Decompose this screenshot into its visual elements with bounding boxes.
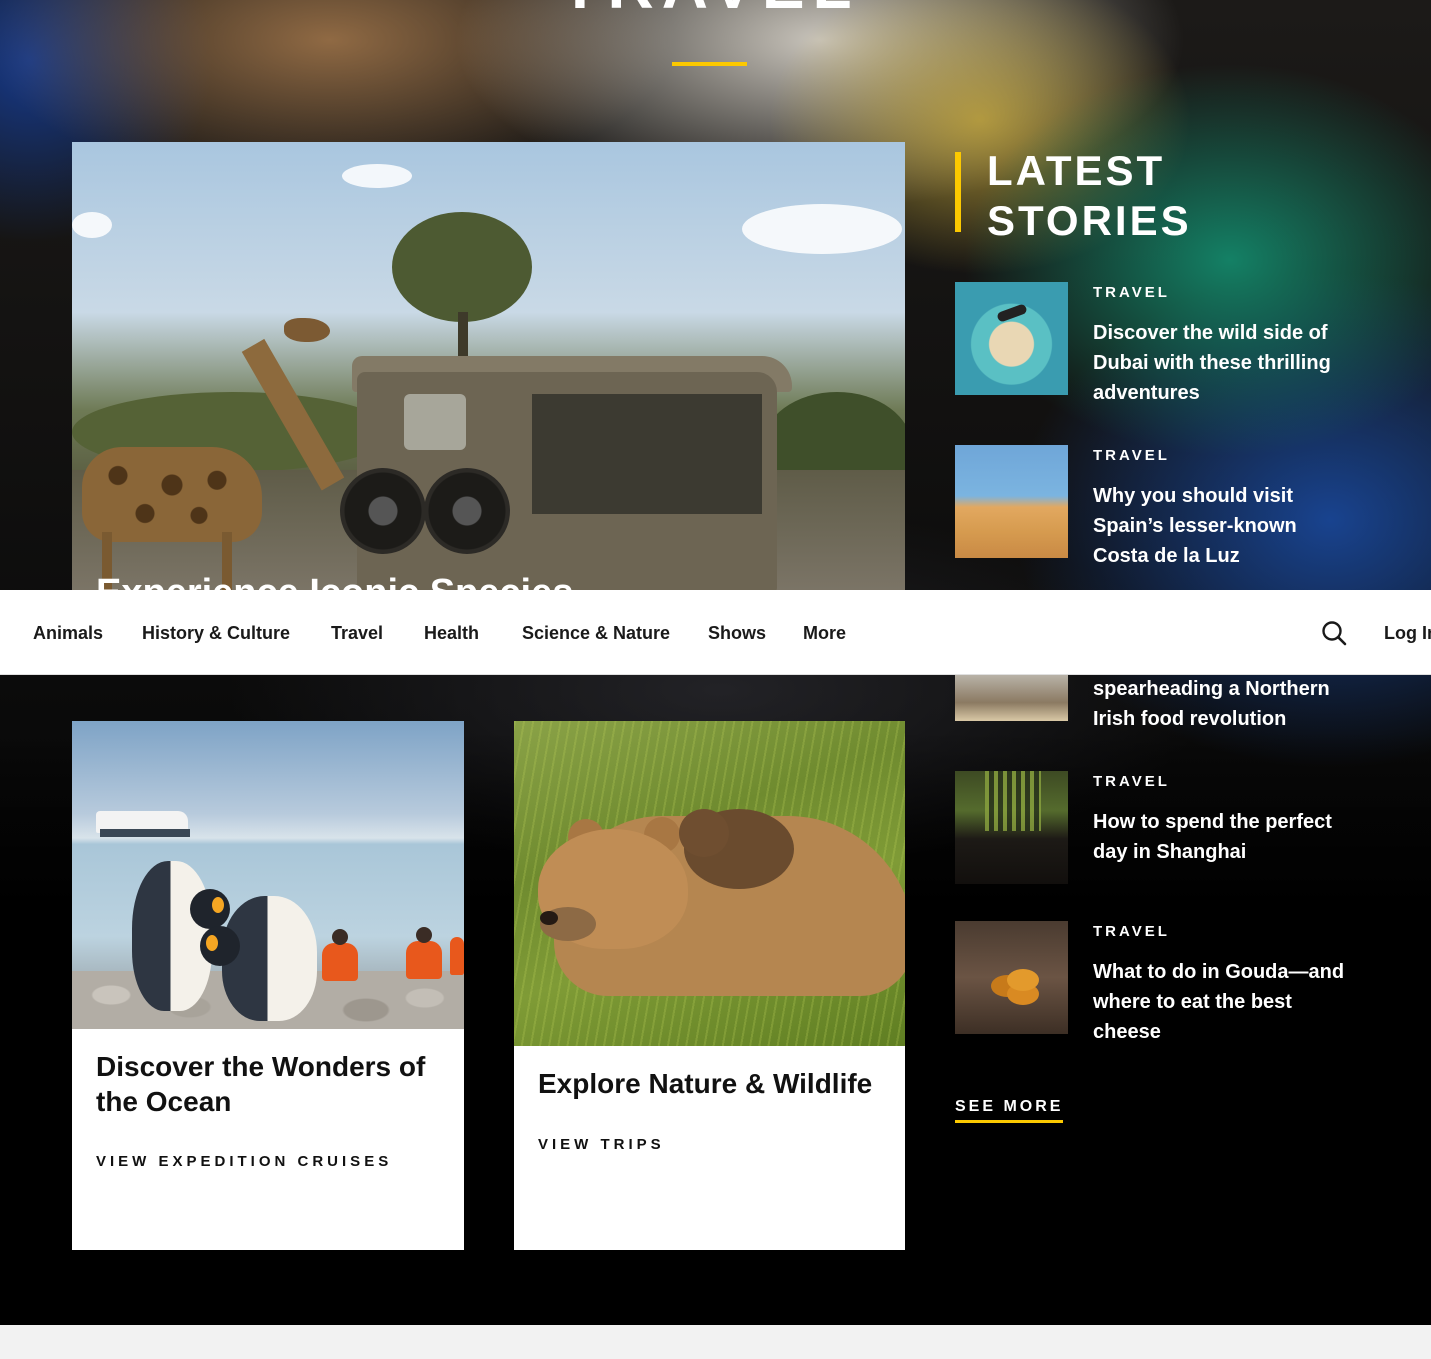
- jeep-cabin: [532, 394, 762, 514]
- hero-cloud: [742, 204, 902, 254]
- expedition-person: [450, 937, 464, 975]
- penguin-cheek: [212, 897, 224, 913]
- penguin: [132, 861, 212, 1011]
- expedition-person-head: [332, 929, 348, 945]
- jeep-window: [404, 394, 466, 450]
- story-kicker[interactable]: TRAVEL: [1093, 447, 1170, 465]
- story-thumbnail[interactable]: [955, 445, 1068, 558]
- bear-nose: [540, 911, 558, 925]
- card-cta-link[interactable]: VIEW TRIPS: [538, 1136, 665, 1154]
- story-headline[interactable]: Discover the wild side of Dubai with the…: [1093, 318, 1355, 408]
- penguin-cheek: [206, 935, 218, 951]
- story-kicker[interactable]: TRAVEL: [1093, 773, 1170, 791]
- expedition-person: [322, 943, 358, 981]
- hero-cloud: [342, 164, 412, 188]
- giraffe-body: [82, 447, 262, 542]
- story-item[interactable]: TRAVEL Discover the wild side of Dubai w…: [955, 282, 1355, 422]
- footer-strip: [0, 1325, 1431, 1359]
- giraffe-head: [284, 318, 330, 342]
- nature-card-image[interactable]: [514, 721, 905, 1046]
- story-item[interactable]: TRAVEL What to do in Gouda—and where to …: [955, 921, 1355, 1061]
- search-icon[interactable]: [1321, 620, 1347, 646]
- story-headline[interactable]: Why you should visit Spain’s lesser-know…: [1093, 481, 1355, 571]
- story-thumbnail[interactable]: [955, 675, 1068, 721]
- story-kicker[interactable]: TRAVEL: [1093, 923, 1170, 941]
- nav-item-animals[interactable]: Animals: [33, 622, 103, 644]
- card-title[interactable]: Discover the Wonders of the Ocean: [96, 1049, 446, 1119]
- hero-cloud: [72, 212, 112, 238]
- expedition-person-head: [416, 927, 432, 943]
- story-thumbnail[interactable]: [955, 282, 1068, 395]
- jeep-spare-wheel: [424, 468, 510, 554]
- see-more-link[interactable]: SEE MORE: [955, 1098, 1064, 1123]
- story-headline[interactable]: What to do in Gouda—and where to eat the…: [1093, 957, 1355, 1047]
- main-nav-bar: Animals History & Culture Travel Health …: [0, 590, 1431, 675]
- promo-card-nature[interactable]: Explore Nature & Wildlife VIEW TRIPS: [514, 721, 905, 1250]
- expedition-person: [406, 941, 442, 979]
- page-title: TRAVEL: [470, 0, 950, 18]
- login-link[interactable]: Log In: [1384, 622, 1431, 644]
- nav-item-shows[interactable]: Shows: [708, 622, 766, 644]
- story-item[interactable]: TRAVEL How to spend the perfect day in S…: [955, 771, 1355, 911]
- hero-tree: [392, 212, 532, 322]
- story-headline[interactable]: How to spend the perfect day in Shanghai: [1093, 807, 1355, 867]
- hero-headline[interactable]: Experience Iconic Species: [96, 572, 573, 590]
- story-item[interactable]: TRAVEL Why you should visit Spain’s less…: [955, 445, 1355, 585]
- latest-accent-bar: [955, 152, 961, 232]
- title-accent-rule: [672, 62, 747, 66]
- cruise-ship-hull: [100, 829, 190, 837]
- hero-feature[interactable]: Experience Iconic Species: [72, 142, 905, 590]
- story-kicker[interactable]: TRAVEL: [1093, 284, 1170, 302]
- nav-item-history-culture[interactable]: History & Culture: [142, 622, 290, 644]
- jeep-spare-wheel: [340, 468, 426, 554]
- bear-cub-head: [679, 809, 729, 857]
- story-headline[interactable]: spearheading a Northern Irish food revol…: [1093, 674, 1355, 734]
- story-thumbnail[interactable]: [955, 771, 1068, 884]
- nav-item-science-nature[interactable]: Science & Nature: [522, 622, 670, 644]
- ocean-card-image[interactable]: [72, 721, 464, 1029]
- nav-item-health[interactable]: Health: [424, 622, 479, 644]
- card-cta-link[interactable]: VIEW EXPEDITION CRUISES: [96, 1153, 392, 1171]
- promo-card-ocean[interactable]: Discover the Wonders of the Ocean VIEW E…: [72, 721, 464, 1250]
- latest-stories-heading: LATEST STORIES: [987, 147, 1192, 244]
- card-title[interactable]: Explore Nature & Wildlife: [538, 1066, 888, 1101]
- nav-item-travel[interactable]: Travel: [331, 622, 383, 644]
- nav-item-more[interactable]: More: [803, 622, 846, 644]
- story-thumbnail[interactable]: [955, 921, 1068, 1034]
- penguin-head: [190, 889, 230, 929]
- penguin: [222, 896, 317, 1021]
